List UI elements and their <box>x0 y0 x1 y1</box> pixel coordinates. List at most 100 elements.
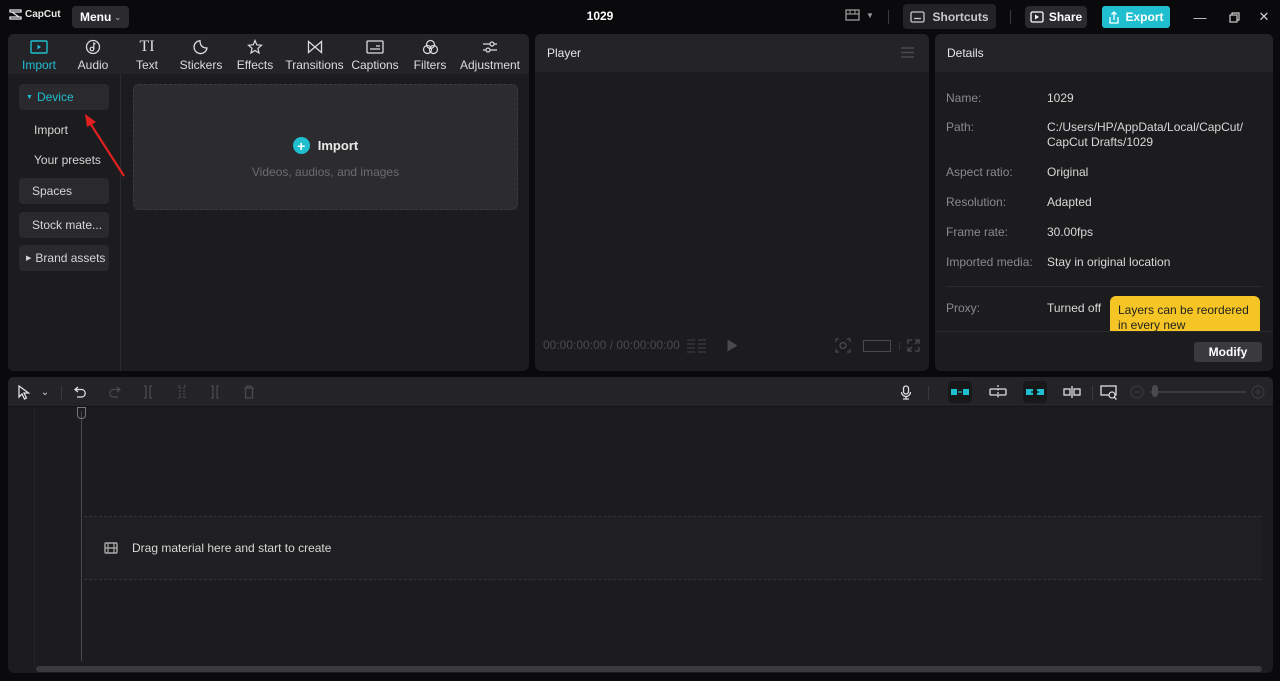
split-right-icon <box>211 385 219 399</box>
project-title: 1029 <box>586 9 614 23</box>
timecode: 00:00:00:00 / 00:00:00:00 <box>543 338 680 352</box>
effects-icon <box>247 38 263 54</box>
tab-label: Transitions <box>285 58 344 72</box>
tab-label: Import <box>21 58 56 72</box>
share-icon <box>1030 11 1044 23</box>
detail-label: Proxy: <box>946 301 981 315</box>
player-title: Player <box>547 46 582 60</box>
redo-button[interactable] <box>104 383 124 401</box>
split-left-icon <box>178 385 186 399</box>
fullscreen-icon[interactable] <box>907 339 920 352</box>
sidebar-item-import[interactable]: Import <box>34 123 68 137</box>
aspect-ratio-button[interactable] <box>863 340 891 352</box>
share-button[interactable]: Share <box>1025 6 1087 28</box>
restore-icon <box>1228 11 1240 23</box>
tab-stickers[interactable]: Stickers <box>174 34 228 74</box>
filters-icon <box>422 39 438 54</box>
trash-icon <box>244 385 254 399</box>
export-label: Export <box>1125 10 1164 24</box>
timeline-zoom-slider[interactable] <box>1150 391 1246 393</box>
shortcuts-button[interactable]: Shortcuts <box>903 4 996 29</box>
frames-grid-icon[interactable] <box>687 338 707 353</box>
modify-button[interactable]: Modify <box>1194 342 1262 362</box>
tab-text[interactable]: TI Text <box>120 34 174 74</box>
player-controls: 00:00:00:00 / 00:00:00:00 <box>543 338 680 352</box>
zoom-out-icon[interactable] <box>1130 385 1144 399</box>
tab-label: Stickers <box>179 58 223 72</box>
microphone-icon <box>900 384 912 400</box>
film-icon <box>104 542 118 554</box>
linkage-toggle[interactable] <box>1023 381 1047 403</box>
timeline-drop-zone[interactable]: Drag material here and start to create <box>84 516 1261 580</box>
tab-label: Filters <box>413 58 447 72</box>
sidebar-item-your-presets[interactable]: Your presets <box>34 153 101 167</box>
export-button[interactable]: Export <box>1102 6 1170 28</box>
split-button[interactable] <box>138 383 158 401</box>
detail-value: C:/Users/HP/AppData/Local/CapCut/ CapCut… <box>1047 120 1244 149</box>
layout-button[interactable]: ▼ <box>845 9 874 21</box>
divider <box>888 10 889 24</box>
tab-captions[interactable]: Captions <box>347 34 403 74</box>
details-footer: Modify <box>935 331 1273 371</box>
detail-label: Aspect ratio: <box>946 165 1013 179</box>
caret-right-icon: ▶ <box>26 255 32 262</box>
focus-zoom-icon[interactable] <box>835 338 851 353</box>
import-label: Import <box>317 138 359 153</box>
tab-import[interactable]: Import <box>12 34 66 74</box>
share-label: Share <box>1048 10 1083 24</box>
chevron-down-icon: ⌄ <box>114 12 122 22</box>
playhead-handle[interactable] <box>77 407 86 419</box>
detail-value: Original <box>1047 165 1089 179</box>
maximize-button[interactable] <box>1225 8 1243 26</box>
sidebar-item-stock-material[interactable]: Stock mate... <box>19 212 109 238</box>
stickers-icon <box>193 39 208 54</box>
select-mode-dropdown[interactable]: ⌄ <box>35 383 55 401</box>
app-name: CapCut <box>25 9 61 20</box>
close-button[interactable]: ✕ <box>1255 8 1273 26</box>
sidebar-item-device[interactable]: ▼ Device <box>19 84 109 110</box>
preview-axis-toggle[interactable] <box>1062 383 1082 401</box>
record-audio-button[interactable] <box>896 383 916 401</box>
detail-value: Turned off <box>1047 301 1102 315</box>
hamburger-menu-icon[interactable] <box>901 47 914 58</box>
sidebar-item-brand-assets[interactable]: ▶ Brand assets <box>19 245 109 271</box>
tab-adjustment[interactable]: Adjustment <box>457 34 523 74</box>
menu-button[interactable]: Menu ⌄ <box>72 6 129 28</box>
divider <box>61 386 62 400</box>
keyboard-icon <box>910 10 926 23</box>
tab-effects[interactable]: Effects <box>228 34 282 74</box>
zoom-to-fit-button[interactable] <box>1099 383 1119 401</box>
detail-row-imported-media: Imported media: Stay in original locatio… <box>946 255 1170 270</box>
import-drop-area[interactable]: + Import Videos, audios, and images <box>133 84 518 210</box>
play-icon[interactable] <box>727 339 738 352</box>
details-title: Details <box>947 46 984 60</box>
timeline-fit-icon <box>1100 384 1117 400</box>
main-track-magnet-toggle[interactable] <box>948 381 972 403</box>
split-right-button[interactable] <box>205 383 225 401</box>
detail-label: Name: <box>946 91 982 105</box>
sidebar-item-spaces[interactable]: Spaces <box>19 178 109 204</box>
plus-icon: + <box>292 137 310 154</box>
timeline-horizontal-scrollbar[interactable] <box>36 666 1262 672</box>
tab-audio[interactable]: Audio <box>66 34 120 74</box>
tab-transitions[interactable]: Transitions <box>282 34 347 74</box>
tab-filters[interactable]: Filters <box>403 34 457 74</box>
transitions-icon <box>307 39 322 54</box>
delete-button[interactable] <box>239 383 259 401</box>
snap-icon <box>989 385 1007 399</box>
timeline-zoom-handle[interactable] <box>1152 385 1158 397</box>
link-icon <box>1026 389 1044 395</box>
tab-label: Captions <box>351 58 399 72</box>
divider <box>928 386 929 400</box>
caret-down-icon: ▼ <box>26 93 33 101</box>
select-tool-button[interactable] <box>14 383 34 401</box>
auto-snap-toggle[interactable] <box>988 383 1008 401</box>
import-button[interactable]: + Import <box>134 137 517 154</box>
playhead-line[interactable] <box>81 411 82 661</box>
minimize-button[interactable]: — <box>1191 8 1209 26</box>
split-left-button[interactable] <box>172 383 192 401</box>
preview-axis-icon <box>1063 386 1081 398</box>
undo-button[interactable] <box>70 383 90 401</box>
zoom-in-icon[interactable] <box>1251 385 1265 399</box>
detail-label: Frame rate: <box>946 225 1009 239</box>
